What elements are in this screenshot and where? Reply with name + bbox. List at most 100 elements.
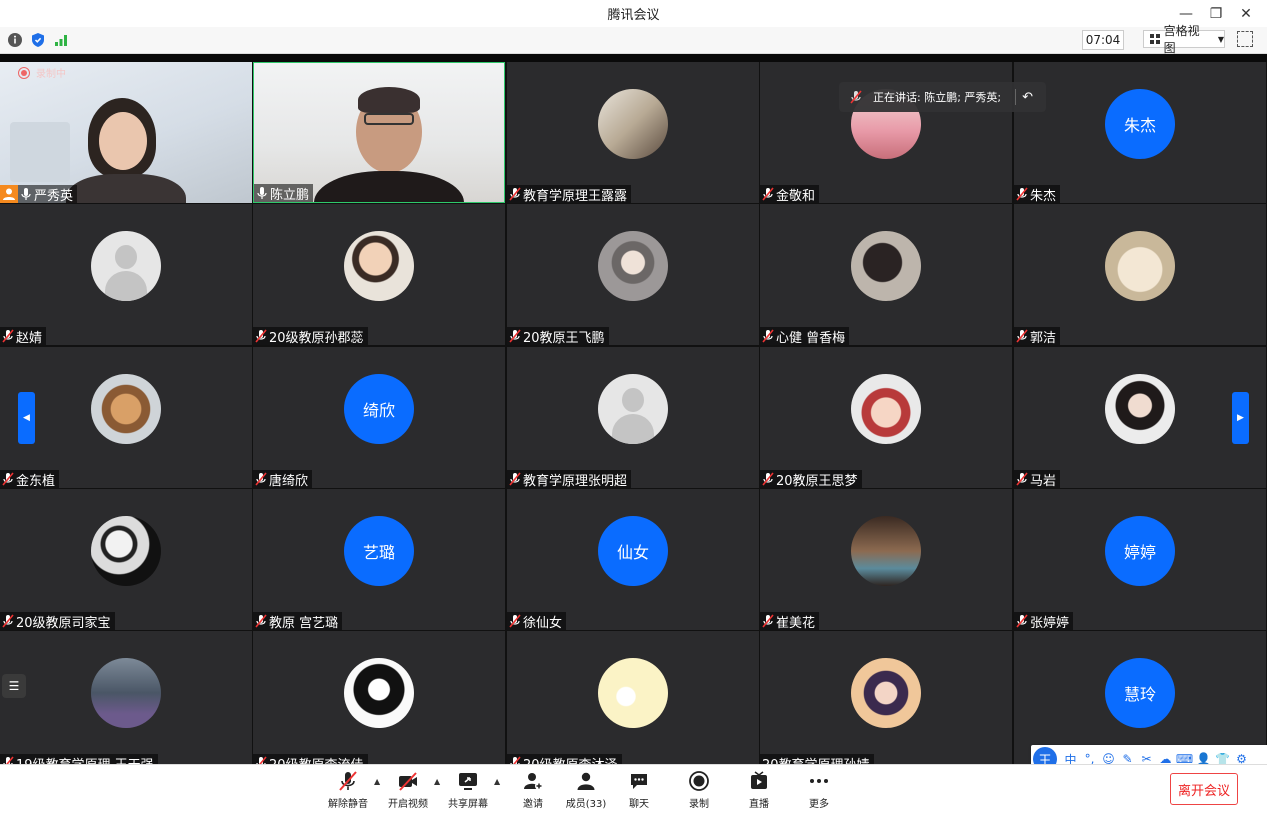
participant-tile[interactable]: 20级教原李沐泽 xyxy=(507,631,759,764)
participant-avatar-photo xyxy=(91,658,161,728)
participant-tile[interactable]: 教育学原理张明超 xyxy=(507,347,759,488)
participant-name: 20教育学原理孙婧 xyxy=(760,754,870,765)
mic-muted-icon xyxy=(762,614,774,628)
mic-muted-icon xyxy=(2,329,14,343)
participant-tile[interactable]: 艺璐 教原 宫艺璐 xyxy=(253,489,505,630)
mic-muted-icon xyxy=(762,472,774,486)
participant-tile[interactable]: 20级教原李流佳 xyxy=(253,631,505,764)
participant-name: 张婷婷 xyxy=(1030,615,1070,631)
participant-video-body xyxy=(66,174,186,203)
participant-tile[interactable]: 崔美花 xyxy=(760,489,1012,630)
participant-tile[interactable]: 仙女 徐仙女 xyxy=(507,489,759,630)
participant-name-tag: 陈立鹏 xyxy=(254,184,314,202)
speaking-label: 正在讲话: 陈立鹏; 严秀英; xyxy=(873,91,1002,104)
participant-tile[interactable]: 绮欣 唐绮欣 xyxy=(253,347,505,488)
mic-muted-icon xyxy=(509,329,521,343)
participant-name-tag: 张婷婷 xyxy=(1014,612,1074,631)
participant-tile[interactable]: 婷婷 张婷婷 xyxy=(1014,489,1266,630)
share-screen-button[interactable]: 共享屏幕 xyxy=(438,770,498,810)
page-right-button[interactable]: ▶ xyxy=(1232,392,1249,444)
meeting-toolbar: 解除静音 ▲ 开启视频 ▲ 共享屏幕 ▲ 邀请 成员(33) 聊天 录制 直播 … xyxy=(0,764,1267,813)
participant-list-button[interactable]: ☰ xyxy=(2,674,26,698)
participant-tile[interactable]: 心健 曾香梅 xyxy=(760,204,1012,345)
participant-name: 马岩 xyxy=(1030,473,1057,489)
more-dots-icon xyxy=(808,770,830,792)
signal-strength-icon[interactable] xyxy=(53,32,69,48)
more-button[interactable]: 更多 xyxy=(789,770,849,810)
participant-tile[interactable]: 19级教育学原理 王天强 xyxy=(0,631,252,764)
mic-muted-icon xyxy=(510,756,521,764)
participant-avatar-photo xyxy=(344,231,414,301)
title-bar: 腾讯会议 — ❐ ✕ xyxy=(0,0,1267,27)
participant-name: 20级教原李流佳 xyxy=(269,754,364,765)
participant-tile[interactable]: 20级教原司家宝 xyxy=(0,489,252,630)
participant-tile[interactable]: 20教育学原理孙婧 xyxy=(760,631,1012,764)
default-avatar-icon xyxy=(598,374,668,444)
live-button[interactable]: 直播 xyxy=(729,770,789,810)
start-video-label: 开启视频 xyxy=(388,799,428,810)
mic-muted-icon xyxy=(255,614,267,628)
video-grid: 严秀英 陈立鹏 教育学原理王露露 金敬和 朱杰 朱杰 赵婧 20级教原孙郡蕊 2… xyxy=(0,54,1267,764)
participant-tile[interactable]: 马岩 xyxy=(1014,347,1266,488)
background-shelf xyxy=(10,122,70,182)
members-button[interactable]: 成员(33) xyxy=(556,770,616,810)
minimize-button[interactable]: — xyxy=(1171,6,1201,22)
members-icon xyxy=(575,770,597,792)
participant-name-tag: 金敬和 xyxy=(760,185,820,203)
mic-muted-icon xyxy=(1016,187,1028,201)
grid-view-icon xyxy=(1150,34,1160,44)
participant-name-tag: 20级教原李流佳 xyxy=(253,754,368,764)
participant-name-tag: 崔美花 xyxy=(760,612,820,630)
participant-name: 教育学原理张明超 xyxy=(523,473,628,489)
participant-name: 赵婧 xyxy=(16,330,43,346)
participant-name-tag: 郭洁 xyxy=(1014,327,1061,345)
security-shield-icon[interactable] xyxy=(30,32,46,48)
participant-name-tag: 马岩 xyxy=(1014,470,1061,489)
participant-tile[interactable]: 郭洁 xyxy=(1014,204,1266,345)
participant-tile[interactable]: 金东植 xyxy=(0,347,252,488)
participant-avatar-photo xyxy=(851,231,921,301)
unmute-button[interactable]: 解除静音 xyxy=(318,770,378,810)
participant-tile[interactable]: 赵婧 xyxy=(0,204,252,345)
close-button[interactable]: ✕ xyxy=(1231,6,1261,22)
participant-tile-video[interactable]: 严秀英 xyxy=(0,62,252,203)
fullscreen-icon[interactable] xyxy=(1237,31,1253,47)
info-icon[interactable] xyxy=(7,32,23,48)
participant-tile[interactable]: 教育学原理王露露 xyxy=(507,62,759,203)
host-badge-icon xyxy=(0,185,18,203)
participant-avatar-photo xyxy=(598,89,668,159)
participant-name-tag: 徐仙女 xyxy=(507,612,567,630)
share-options-caret[interactable]: ▲ xyxy=(494,777,500,786)
grid-top-strip xyxy=(0,54,1267,62)
participant-tile[interactable]: 20教原王飞鹏 xyxy=(507,204,759,345)
start-video-button[interactable]: 开启视频 xyxy=(378,770,438,810)
record-dot-icon xyxy=(18,66,30,79)
invite-button[interactable]: 邀请 xyxy=(503,770,563,810)
view-mode-dropdown[interactable]: 宫格视图 ▼ xyxy=(1143,24,1225,55)
participant-tile-video[interactable]: 陈立鹏 xyxy=(253,62,505,203)
participant-avatar-photo xyxy=(851,658,921,728)
participant-tile[interactable]: 20教原王思梦 xyxy=(760,347,1012,488)
participant-tile[interactable]: 20级教原孙郡蕊 xyxy=(253,204,505,345)
participant-avatar-photo xyxy=(851,516,921,586)
restore-button[interactable]: ❐ xyxy=(1201,6,1231,22)
members-label: 成员(33) xyxy=(565,799,607,810)
chat-button[interactable]: 聊天 xyxy=(609,770,669,810)
mic-on-icon xyxy=(257,187,267,199)
participant-tile[interactable]: 朱杰 朱杰 xyxy=(1014,62,1266,203)
participant-name: 19级教育学原理 王天强 xyxy=(16,754,154,765)
live-label: 直播 xyxy=(749,799,769,810)
mic-muted-icon xyxy=(850,90,862,104)
leave-meeting-button[interactable]: 离开会议 xyxy=(1170,773,1238,805)
participant-avatar-text: 艺璐 xyxy=(344,516,414,586)
page-left-button[interactable]: ◀ xyxy=(18,392,35,444)
participant-name-tag: 唐绮欣 xyxy=(253,470,313,488)
participant-name-tag: 20级教原司家宝 xyxy=(0,612,115,630)
record-button[interactable]: 录制 xyxy=(669,770,729,810)
participant-avatar-photo xyxy=(1105,374,1175,444)
glasses xyxy=(364,113,414,125)
undo-arrow-icon[interactable]: ↶ xyxy=(1022,90,1033,105)
mic-muted-icon xyxy=(509,187,521,201)
participant-name-tag: 20教育学原理孙婧 xyxy=(760,754,874,764)
participant-name-tag: 19级教育学原理 王天强 xyxy=(0,754,158,764)
